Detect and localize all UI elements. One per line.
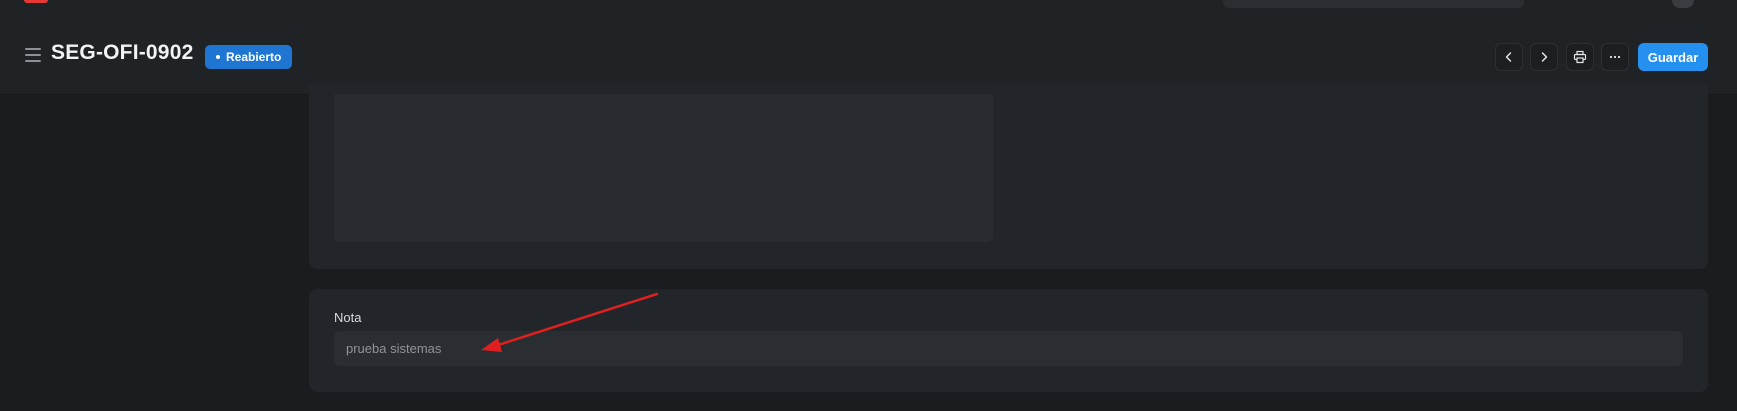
user-avatar[interactable] [1672,0,1694,8]
hamburger-icon[interactable] [25,48,41,62]
app-logo[interactable] [24,0,48,3]
status-badge-label: Reabierto [226,50,282,64]
printer-icon [1573,50,1587,64]
page-title: SEG-OFI-0902 [51,41,194,64]
top-navbar [0,0,1737,8]
save-button[interactable]: Guardar [1638,43,1708,71]
previous-record-button[interactable] [1495,43,1523,71]
status-dot-icon [216,55,220,59]
ellipsis-icon [1609,55,1621,59]
status-badge: Reabierto [205,45,293,69]
more-actions-button[interactable] [1601,43,1629,71]
note-field-label: Nota [334,310,362,325]
print-button[interactable] [1566,43,1594,71]
chevron-left-icon [1505,52,1512,62]
text-editor-area[interactable] [334,94,993,242]
next-record-button[interactable] [1530,43,1558,71]
global-search-bar[interactable] [1223,0,1524,8]
page-header: SEG-OFI-0902 Reabierto Guardar [0,8,1737,95]
chevron-right-icon [1541,52,1548,62]
note-input[interactable] [334,331,1683,366]
